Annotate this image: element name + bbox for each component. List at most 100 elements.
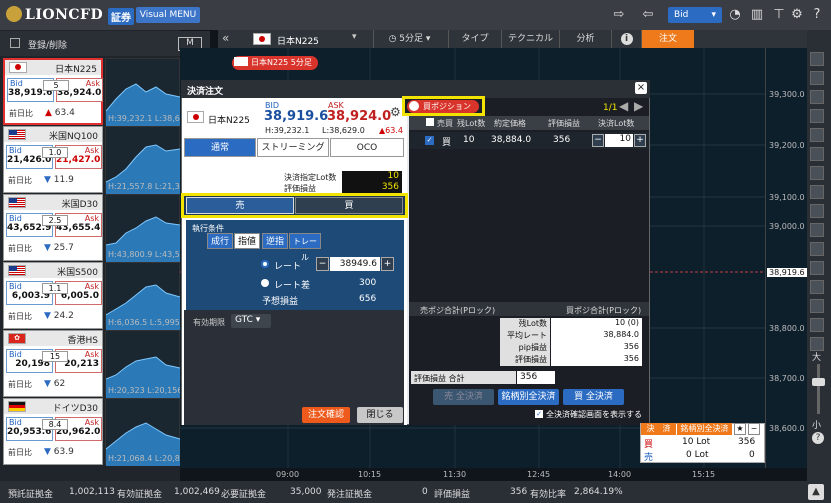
- info-icon[interactable]: i: [611, 30, 641, 48]
- gear-icon[interactable]: ⚙: [790, 8, 804, 22]
- help-icon[interactable]: ?: [812, 432, 824, 444]
- trash-icon[interactable]: [810, 337, 824, 351]
- lot-value[interactable]: 10: [342, 171, 402, 182]
- bar-chart-icon[interactable]: ▥: [750, 8, 764, 22]
- circle-icon[interactable]: [810, 261, 824, 275]
- bid-price[interactable]: 38,919.6: [264, 109, 328, 124]
- ask-price[interactable]: 38,924.0: [327, 109, 391, 124]
- buy-total-label: 買ポジ合計(Pロック): [566, 306, 642, 315]
- watchlist-item[interactable]: 米国S500 Bid 6,003.9 Ask 6,005.0 1.1 前日比 ▼ 24.2: [3, 262, 103, 329]
- exec-market[interactable]: 成行: [207, 233, 233, 249]
- mini-buy-lot: 10 Lot: [682, 437, 711, 447]
- trendline-icon[interactable]: [810, 71, 824, 85]
- mini-tab-symbol-all[interactable]: 銘柄別全決済: [677, 423, 732, 435]
- exec-limit[interactable]: 指値: [234, 233, 260, 249]
- channel-icon[interactable]: [810, 128, 824, 142]
- hline-icon[interactable]: [810, 90, 824, 104]
- arc-icon[interactable]: [810, 185, 824, 199]
- exec-trail[interactable]: トレール: [289, 233, 321, 262]
- settle-lot-input[interactable]: 10: [605, 134, 633, 147]
- tab-streaming[interactable]: ストリーミング: [257, 138, 329, 157]
- rate-radio[interactable]: [261, 260, 269, 268]
- lock-icon[interactable]: [810, 318, 824, 332]
- chevron-down-icon[interactable]: ▾: [352, 32, 357, 42]
- rate-plus-button[interactable]: +: [381, 257, 394, 271]
- close-button[interactable]: 閉じる: [357, 407, 403, 423]
- tab-analysis[interactable]: 分析: [559, 30, 611, 48]
- export-icon[interactable]: ⇨: [612, 8, 626, 22]
- list-icon[interactable]: [10, 38, 20, 48]
- settle-minus-button[interactable]: −: [592, 134, 604, 147]
- rate-input[interactable]: 38949.6: [330, 257, 380, 271]
- zoom-slider[interactable]: [817, 364, 820, 414]
- star-icon[interactable]: ★: [734, 423, 746, 435]
- mini-chart[interactable]: H:20,323 L:20,156: [105, 330, 182, 398]
- mini-chart[interactable]: H:21,068.4 L:20,863.3: [105, 398, 198, 466]
- order-tab[interactable]: 注文: [641, 30, 694, 48]
- settle-plus-button[interactable]: +: [634, 134, 646, 147]
- collapse-up-icon[interactable]: ▲: [808, 484, 824, 500]
- chart-symbol[interactable]: 日本N225: [277, 34, 319, 47]
- tab-type[interactable]: タイプ: [448, 30, 501, 48]
- crosshair-icon[interactable]: [810, 52, 824, 66]
- rect-icon[interactable]: [810, 242, 824, 256]
- sell-all-button[interactable]: 売 全決済: [433, 389, 494, 405]
- wave-icon[interactable]: [810, 204, 824, 218]
- mini-chart[interactable]: H:39,232.1 L:38,629.0: [105, 58, 198, 126]
- pin-icon[interactable]: ⊤: [772, 8, 786, 22]
- pie-chart-icon[interactable]: ◔: [728, 8, 742, 22]
- watchlist-item[interactable]: ✿ 香港HS Bid 20,198 Ask 20,213 15 前日比 ▼ 62: [3, 330, 103, 397]
- minimize-icon[interactable]: −: [748, 423, 760, 435]
- summary-row: pip損益 356: [500, 342, 642, 354]
- fan-icon[interactable]: [810, 166, 824, 180]
- tab-technical[interactable]: テクニカル: [501, 30, 559, 48]
- sell-button[interactable]: 売: [186, 197, 294, 214]
- spread-value: 5: [43, 80, 69, 91]
- zoom-slider-handle[interactable]: [812, 378, 825, 386]
- exec-stop[interactable]: 逆指: [262, 233, 288, 249]
- mini-chart[interactable]: H:21,557.8 L:21,379.0: [105, 126, 198, 194]
- row-checkbox[interactable]: ✓: [425, 136, 434, 145]
- watchlist-item[interactable]: 米国D30 Bid 43,652.9 Ask 43,655.4 2.5 前日比 ▼ 25.7: [3, 194, 103, 261]
- symbol-all-button[interactable]: 銘柄別全決済: [498, 389, 559, 405]
- eraser-icon[interactable]: [810, 280, 824, 294]
- mini-tab-settle[interactable]: 決 済: [641, 423, 676, 435]
- select-all-checkbox[interactable]: [426, 118, 434, 126]
- rate-diff-radio[interactable]: [261, 279, 269, 287]
- change-number: 62: [53, 379, 66, 389]
- watchlist-item[interactable]: 米国NQ100 Bid 21,426.0 Ask 21,427.0 1.0 前日比 ▼ 11.…: [3, 126, 103, 193]
- visual-menu-button[interactable]: Visual MENU: [136, 7, 200, 23]
- gear-icon[interactable]: ⚙: [390, 105, 401, 119]
- logo: LIONCFD: [6, 6, 103, 23]
- total-pl-label: 評価損益 合計: [411, 371, 516, 384]
- help-icon[interactable]: ?: [810, 8, 824, 22]
- tab-oco[interactable]: OCO: [330, 138, 404, 157]
- spread-value: 15: [42, 351, 68, 362]
- tab-normal[interactable]: 通常: [184, 138, 256, 157]
- rate-minus-button[interactable]: −: [316, 257, 329, 271]
- color-icon[interactable]: [810, 299, 824, 313]
- collapse-icon[interactable]: «: [222, 31, 229, 45]
- close-icon[interactable]: ×: [635, 82, 647, 94]
- bid-ask-select[interactable]: Bid ▾: [668, 7, 722, 23]
- timeframe-select[interactable]: ◷ 5分足 ▾: [373, 30, 445, 48]
- fib-icon[interactable]: [810, 147, 824, 161]
- confirm-order-button[interactable]: 注文確認: [302, 407, 350, 423]
- prev-page-icon[interactable]: ◀: [619, 99, 628, 113]
- watchlist-item[interactable]: ドイツD30 Bid 20,953.6 Ask 20,962.0 8.4 前日比 ▼ 63.9: [3, 398, 103, 465]
- change-arrow-icon: ▼: [44, 379, 51, 389]
- import-icon[interactable]: ⇦: [641, 8, 655, 22]
- buy-all-button[interactable]: 買 全決済: [563, 389, 624, 405]
- buy-button[interactable]: 買: [295, 197, 403, 214]
- register-delete-button[interactable]: 登録/削除: [28, 38, 67, 51]
- text-icon[interactable]: [810, 223, 824, 237]
- buy-position-button[interactable]: 買ポジション: [407, 100, 479, 113]
- show-confirm-checkbox[interactable]: ✓: [535, 410, 543, 418]
- watchlist-item[interactable]: 日本N225 Bid 38,919.6 Ask 38,924.0 5 前日比 ▲ 63.4: [3, 58, 103, 125]
- change-number: 24.2: [53, 311, 74, 321]
- expiry-select[interactable]: GTC ▾: [231, 314, 271, 328]
- vline-icon[interactable]: [810, 109, 824, 123]
- mini-chart[interactable]: H:6,036.5 L:5,995.4: [105, 262, 187, 330]
- next-page-icon[interactable]: ▶: [634, 99, 643, 113]
- mini-chart[interactable]: H:43,800.9 L:43,563.4: [105, 194, 198, 262]
